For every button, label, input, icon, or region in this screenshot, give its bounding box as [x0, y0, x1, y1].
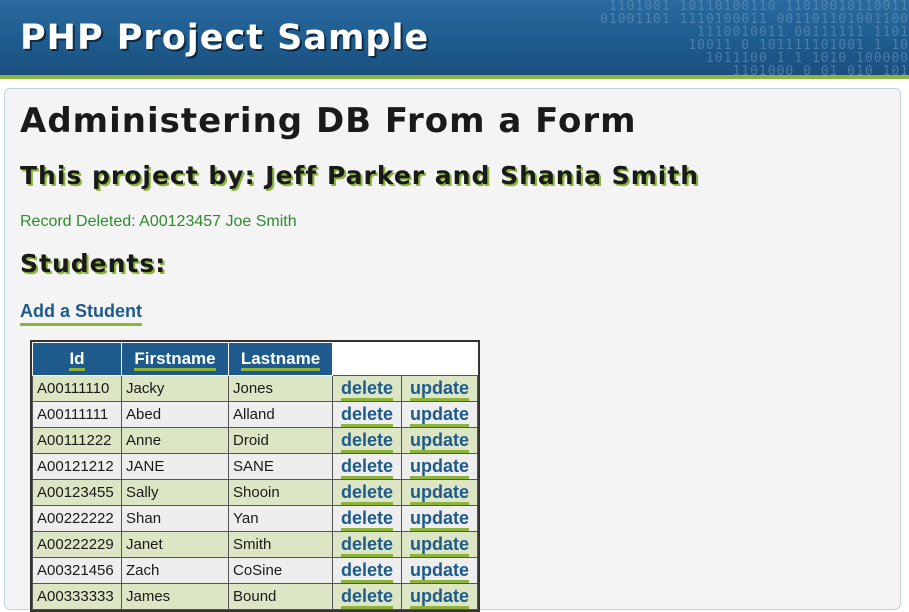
site-header: 1101001 10110100110 11010010110011 010011… — [0, 0, 909, 79]
delete-link[interactable]: delete — [341, 378, 394, 401]
cell-delete: delete — [331, 505, 403, 532]
cell-id: A00111110 — [32, 375, 122, 402]
column-header-id[interactable]: Id — [32, 342, 122, 376]
table-row: A00121212 JANE SANE delete update — [32, 453, 479, 480]
update-link[interactable]: update — [410, 404, 470, 427]
delete-link[interactable]: delete — [341, 560, 394, 583]
students-table-wrapper: Id Firstname Lastname A00111110 Jacky Jone… — [30, 340, 481, 612]
update-link[interactable]: update — [410, 456, 470, 479]
table-body: A00111110 Jacky Jones delete update A00111111… — [32, 375, 479, 610]
table-row: A00321456 Zach CoSine delete update — [32, 557, 479, 584]
cell-delete: delete — [331, 375, 403, 402]
cell-lastname: CoSine — [228, 557, 333, 584]
cell-firstname: Shan — [121, 505, 229, 532]
cell-lastname: Alland — [228, 401, 333, 428]
update-link[interactable]: update — [410, 508, 470, 531]
cell-id: A00123455 — [32, 479, 122, 506]
delete-link[interactable]: delete — [341, 456, 394, 479]
cell-id: A00222222 — [32, 505, 122, 532]
cell-id: A00333333 — [32, 583, 122, 610]
column-header-id-label: Id — [69, 349, 85, 371]
cell-delete: delete — [331, 583, 403, 610]
table-row: A00111110 Jacky Jones delete update — [32, 375, 479, 402]
column-header-lastname-label: Lastname — [240, 349, 321, 371]
cell-update: update — [401, 375, 479, 402]
delete-link[interactable]: delete — [341, 430, 394, 453]
delete-link[interactable]: delete — [341, 404, 394, 427]
cell-firstname: Janet — [121, 531, 229, 558]
table-row: A00333333 James Bound delete update — [32, 583, 479, 610]
cell-lastname: Yan — [228, 505, 333, 532]
cell-delete: delete — [331, 427, 403, 454]
students-table: Id Firstname Lastname A00111110 Jacky Jone… — [32, 342, 479, 610]
update-link[interactable]: update — [410, 378, 470, 401]
cell-lastname: SANE — [228, 453, 333, 480]
cell-update: update — [401, 557, 479, 584]
cell-id: A00111111 — [32, 401, 122, 428]
cell-update: update — [401, 479, 479, 506]
cell-firstname: Zach — [121, 557, 229, 584]
cell-delete: delete — [331, 557, 403, 584]
update-link[interactable]: update — [410, 534, 470, 557]
cell-firstname: James — [121, 583, 229, 610]
cell-lastname: Shooin — [228, 479, 333, 506]
table-header-row: Id Firstname Lastname — [32, 342, 478, 376]
students-heading: Students: — [20, 249, 167, 278]
cell-lastname: Droid — [228, 427, 333, 454]
update-link[interactable]: update — [410, 560, 470, 583]
table-row: A00111111 Abed Alland delete update — [32, 401, 479, 428]
project-byline: This project by: Jeff Parker and Shania … — [20, 161, 700, 190]
column-header-firstname[interactable]: Firstname — [121, 342, 229, 376]
binary-line: 1101000 0 01 010 101 — [732, 64, 909, 79]
table-row: A00111222 Anne Droid delete update — [32, 427, 479, 454]
cell-update: update — [401, 401, 479, 428]
cell-update: update — [401, 453, 479, 480]
cell-update: update — [401, 531, 479, 558]
cell-id: A00321456 — [32, 557, 122, 584]
content-panel: Administering DB From a Form This projec… — [4, 88, 901, 612]
update-link[interactable]: update — [410, 482, 470, 505]
table-row: A00222222 Shan Yan delete update — [32, 505, 479, 532]
cell-id: A00222229 — [32, 531, 122, 558]
status-message: Record Deleted: A00123457 Joe Smith — [20, 213, 297, 230]
cell-firstname: Abed — [121, 401, 229, 428]
cell-delete: delete — [331, 401, 403, 428]
cell-firstname: Jacky — [121, 375, 229, 402]
cell-id: A00121212 — [32, 453, 122, 480]
cell-update: update — [401, 505, 479, 532]
cell-lastname: Smith — [228, 531, 333, 558]
column-header-firstname-label: Firstname — [134, 349, 216, 371]
cell-lastname: Bound — [228, 583, 333, 610]
delete-link[interactable]: delete — [341, 534, 394, 557]
cell-firstname: Anne — [121, 427, 229, 454]
cell-delete: delete — [331, 531, 403, 558]
page-title: Administering DB From a Form — [20, 101, 637, 141]
update-link[interactable]: update — [410, 430, 470, 453]
add-student-link[interactable]: Add a Student — [20, 301, 142, 326]
site-title: PHP Project Sample — [20, 18, 430, 58]
cell-lastname: Jones — [228, 375, 333, 402]
delete-link[interactable]: delete — [341, 482, 394, 505]
column-header-actions — [332, 342, 478, 376]
delete-link[interactable]: delete — [341, 508, 394, 531]
binary-background: 1101001 10110100110 11010010110011 010011… — [569, 0, 909, 75]
cell-delete: delete — [331, 453, 403, 480]
cell-update: update — [401, 583, 479, 610]
cell-firstname: JANE — [121, 453, 229, 480]
cell-delete: delete — [331, 479, 403, 506]
column-header-lastname[interactable]: Lastname — [228, 342, 333, 376]
cell-id: A00111222 — [32, 427, 122, 454]
table-row: A00123455 Sally Shooin delete update — [32, 479, 479, 506]
cell-firstname: Sally — [121, 479, 229, 506]
table-row: A00222229 Janet Smith delete update — [32, 531, 479, 558]
cell-update: update — [401, 427, 479, 454]
